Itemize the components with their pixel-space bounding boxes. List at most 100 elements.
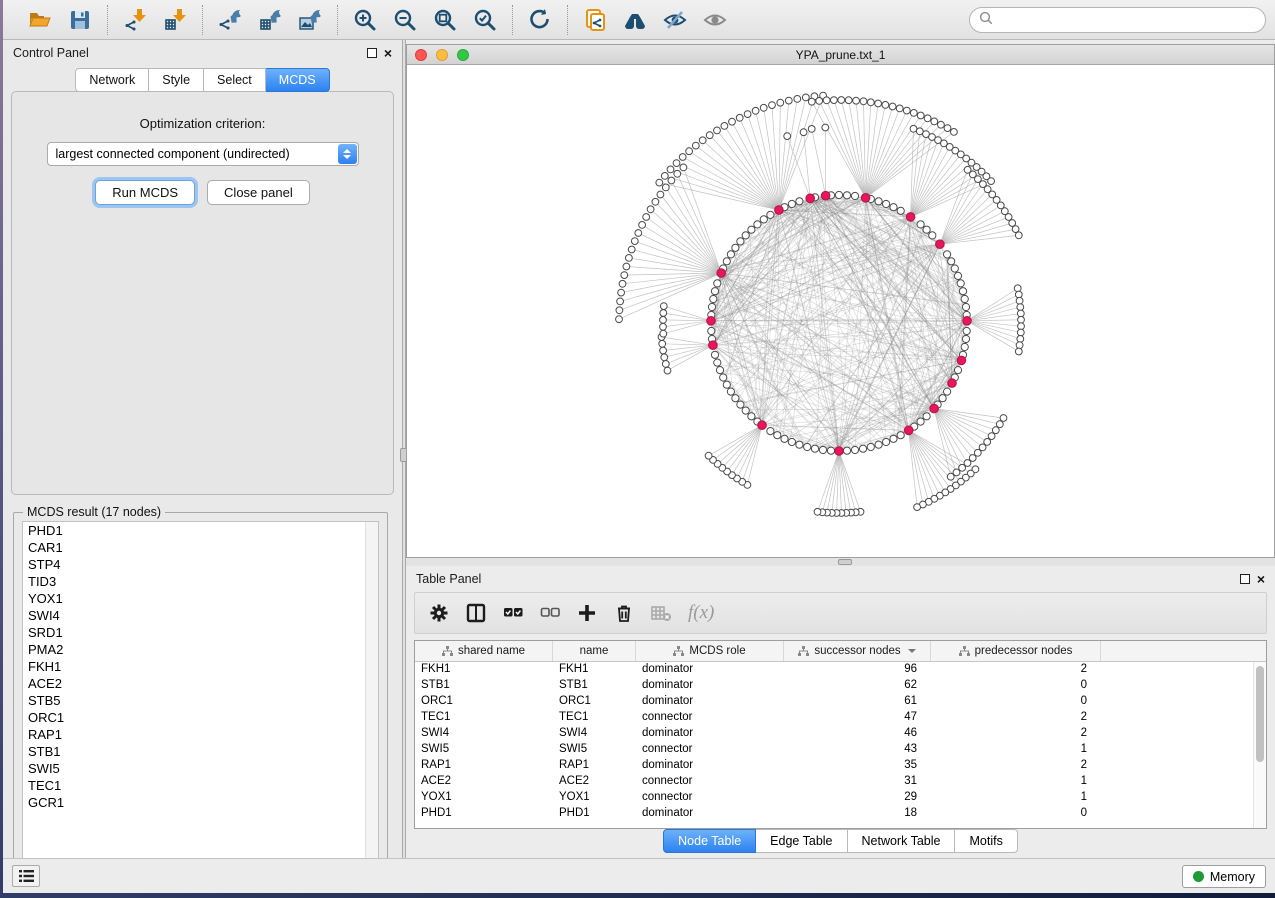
hide-selected-button[interactable] bbox=[662, 7, 688, 33]
cell-predecessor-nodes[interactable]: 0 bbox=[931, 678, 1101, 694]
tab-mcds[interactable]: MCDS bbox=[266, 68, 330, 92]
column-header-shared-name[interactable]: shared name bbox=[415, 641, 553, 661]
table-scrollbar-thumb[interactable] bbox=[1256, 666, 1264, 762]
table-row[interactable]: YOX1YOX1connector291 bbox=[415, 790, 1253, 806]
cell-predecessor-nodes[interactable]: 0 bbox=[931, 694, 1101, 710]
cell-successor-nodes[interactable]: 61 bbox=[784, 694, 931, 710]
cell-MCDS-role[interactable]: connector bbox=[636, 742, 784, 758]
result-item[interactable]: SWI5 bbox=[23, 760, 378, 777]
cell-name[interactable]: ACE2 bbox=[553, 774, 636, 790]
cell-name[interactable]: SWI4 bbox=[553, 726, 636, 742]
table-row[interactable]: SWI5SWI5connector431 bbox=[415, 742, 1253, 758]
tab-select[interactable]: Select bbox=[204, 68, 266, 92]
result-item[interactable]: TEC1 bbox=[23, 777, 378, 794]
result-item[interactable]: PMA2 bbox=[23, 641, 378, 658]
cell-predecessor-nodes[interactable]: 2 bbox=[931, 758, 1101, 774]
result-item[interactable]: CAR1 bbox=[23, 539, 378, 556]
table-row[interactable]: FKH1FKH1dominator962 bbox=[415, 662, 1253, 678]
result-item[interactable]: RAP1 bbox=[23, 726, 378, 743]
cell-MCDS-role[interactable]: dominator bbox=[636, 806, 784, 822]
result-item[interactable]: STP4 bbox=[23, 556, 378, 573]
cell-successor-nodes[interactable]: 29 bbox=[784, 790, 931, 806]
memory-button[interactable]: Memory bbox=[1182, 865, 1266, 888]
cell-shared-name[interactable]: ACE2 bbox=[415, 774, 553, 790]
cell-shared-name[interactable]: TEC1 bbox=[415, 710, 553, 726]
cell-name[interactable]: YOX1 bbox=[553, 790, 636, 806]
tab-edge-table[interactable]: Edge Table bbox=[756, 829, 847, 853]
float-panel-icon[interactable] bbox=[367, 48, 377, 58]
result-item[interactable]: STB1 bbox=[23, 743, 378, 760]
gear-button[interactable] bbox=[429, 603, 449, 623]
zoom-out-button[interactable] bbox=[392, 7, 418, 33]
result-item[interactable]: GCR1 bbox=[23, 794, 378, 811]
cell-name[interactable]: PHD1 bbox=[553, 806, 636, 822]
tab-style[interactable]: Style bbox=[149, 68, 204, 92]
dropdown-stepper-icon[interactable] bbox=[338, 144, 357, 164]
column-header-successor-nodes[interactable]: successor nodes bbox=[784, 641, 931, 661]
cell-MCDS-role[interactable]: dominator bbox=[636, 694, 784, 710]
cell-name[interactable]: STB1 bbox=[553, 678, 636, 694]
cell-shared-name[interactable]: FKH1 bbox=[415, 662, 553, 678]
panel-menu-button[interactable] bbox=[12, 865, 40, 887]
run-mcds-button[interactable]: Run MCDS bbox=[95, 180, 195, 205]
cell-predecessor-nodes[interactable]: 2 bbox=[931, 726, 1101, 742]
table-row[interactable]: ORC1ORC1dominator610 bbox=[415, 694, 1253, 710]
save-button[interactable] bbox=[67, 7, 93, 33]
export-image-button[interactable] bbox=[297, 7, 323, 33]
column-header-predecessor-nodes[interactable]: predecessor nodes bbox=[931, 641, 1101, 661]
zoom-selected-button[interactable] bbox=[472, 7, 498, 33]
delete-table-button[interactable] bbox=[651, 603, 671, 623]
horizontal-splitter[interactable] bbox=[406, 558, 1275, 566]
result-item[interactable]: PHD1 bbox=[23, 522, 378, 539]
column-header-name[interactable]: name bbox=[553, 641, 636, 661]
cell-shared-name[interactable]: SWI4 bbox=[415, 726, 553, 742]
network-graph[interactable] bbox=[407, 65, 1274, 557]
table-row[interactable]: RAP1RAP1dominator352 bbox=[415, 758, 1253, 774]
cell-MCDS-role[interactable]: connector bbox=[636, 790, 784, 806]
tab-motifs[interactable]: Motifs bbox=[955, 829, 1017, 853]
cell-predecessor-nodes[interactable]: 1 bbox=[931, 790, 1101, 806]
result-item[interactable]: TID3 bbox=[23, 573, 378, 590]
mcds-result-list[interactable]: PHD1CAR1STP4TID3YOX1SWI4SRD1PMA2FKH1ACE2… bbox=[22, 521, 379, 869]
cell-shared-name[interactable]: RAP1 bbox=[415, 758, 553, 774]
close-window-icon[interactable] bbox=[415, 49, 427, 61]
refresh-button[interactable] bbox=[527, 7, 553, 33]
columns-button[interactable] bbox=[466, 603, 486, 623]
cell-MCDS-role[interactable]: connector bbox=[636, 710, 784, 726]
show-hidden-button[interactable] bbox=[702, 7, 728, 33]
cell-shared-name[interactable]: SWI5 bbox=[415, 742, 553, 758]
close-panel-button[interactable]: Close panel bbox=[207, 180, 310, 205]
deselect-all-button[interactable] bbox=[540, 603, 560, 623]
cell-shared-name[interactable]: STB1 bbox=[415, 678, 553, 694]
cell-MCDS-role[interactable]: connector bbox=[636, 774, 784, 790]
cell-MCDS-role[interactable]: dominator bbox=[636, 678, 784, 694]
cell-successor-nodes[interactable]: 43 bbox=[784, 742, 931, 758]
cell-predecessor-nodes[interactable]: 1 bbox=[931, 742, 1101, 758]
cell-predecessor-nodes[interactable]: 1 bbox=[931, 774, 1101, 790]
result-item[interactable]: ORC1 bbox=[23, 709, 378, 726]
cell-name[interactable]: TEC1 bbox=[553, 710, 636, 726]
horizontal-splitter-handle[interactable] bbox=[838, 559, 852, 565]
cell-predecessor-nodes[interactable]: 2 bbox=[931, 662, 1101, 678]
cell-predecessor-nodes[interactable]: 2 bbox=[931, 710, 1101, 726]
cell-successor-nodes[interactable]: 47 bbox=[784, 710, 931, 726]
import-table-button[interactable] bbox=[162, 7, 188, 33]
cell-successor-nodes[interactable]: 35 bbox=[784, 758, 931, 774]
maximize-window-icon[interactable] bbox=[457, 49, 469, 61]
cell-name[interactable]: SWI5 bbox=[553, 742, 636, 758]
search-box[interactable] bbox=[969, 7, 1266, 33]
search-network-button[interactable] bbox=[622, 7, 648, 33]
table-row[interactable]: TEC1TEC1connector472 bbox=[415, 710, 1253, 726]
share-document-button[interactable] bbox=[582, 7, 608, 33]
zoom-fit-button[interactable] bbox=[432, 7, 458, 33]
import-network-button[interactable] bbox=[122, 7, 148, 33]
table-row[interactable]: PHD1PHD1dominator180 bbox=[415, 806, 1253, 822]
minimize-window-icon[interactable] bbox=[436, 49, 448, 61]
cell-MCDS-role[interactable]: dominator bbox=[636, 662, 784, 678]
criterion-dropdown[interactable]: largest connected component (undirected) bbox=[47, 142, 359, 166]
result-item[interactable]: SWI4 bbox=[23, 607, 378, 624]
result-item[interactable]: ACE2 bbox=[23, 675, 378, 692]
cell-name[interactable]: FKH1 bbox=[553, 662, 636, 678]
cell-name[interactable]: RAP1 bbox=[553, 758, 636, 774]
cell-MCDS-role[interactable]: dominator bbox=[636, 758, 784, 774]
